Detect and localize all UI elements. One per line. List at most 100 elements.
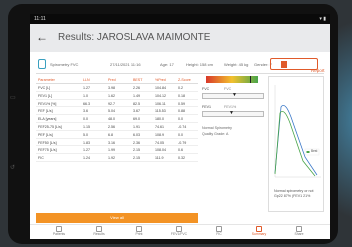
table-cell: 1.99 <box>108 148 115 153</box>
table-row: FVC [L] 1.27 3.98 2.26 104.84 0.2 <box>36 84 198 92</box>
header-best: BEST <box>133 78 143 82</box>
table-cell: 74.05 <box>155 140 164 145</box>
back-arrow-icon[interactable]: ← <box>36 30 48 44</box>
table-cell: ELA [years] <box>38 117 57 122</box>
nav-item-label: Print <box>135 232 143 236</box>
table-cell: 108.9 <box>155 132 164 137</box>
table-cell: FEF50 [L/s] <box>38 140 57 145</box>
fvc-sub-label: FVC <box>224 87 232 91</box>
table-row: FEV1% [%] 66.3 92.7 82.5 106.11 0.59 <box>36 100 198 108</box>
table-cell: 108.04 <box>155 148 166 153</box>
table-cell: FIC <box>38 156 44 161</box>
table-cell: FEF75 [L/s] <box>38 148 57 153</box>
table-cell: 0.18 <box>178 93 185 98</box>
table-cell: 0.0 <box>178 117 183 122</box>
table-header: Parameter LLN Pred BEST %Pred Z-Score <box>36 76 198 84</box>
report-button-label: Report <box>311 68 325 73</box>
table-cell: 1.15 <box>83 124 90 129</box>
nav-item-summary[interactable]: Summary <box>244 226 274 236</box>
nav-item-label: FEV1/FVC <box>170 232 188 236</box>
table-body: FVC [L] 1.27 3.98 2.26 104.84 0.2 FEV1 [L] 1.0 1… <box>36 84 198 162</box>
test-type: Spirometry FVC <box>50 62 79 67</box>
table-cell: 104.84 <box>155 86 166 90</box>
nav-item-label: FIC <box>216 232 222 236</box>
table-cell: 0.88 <box>178 109 185 114</box>
table-cell: 0.0 <box>83 117 88 122</box>
nav-item-patients[interactable]: Patients <box>44 226 74 236</box>
table-cell: 2.15 <box>133 148 140 153</box>
patient-weight: Weight: 45 kg <box>224 62 249 67</box>
table-cell: 69.0 <box>133 117 140 122</box>
nav-item-print[interactable]: Print <box>124 226 154 236</box>
quality-grade: Quality Grade: A <box>202 132 229 136</box>
table-cell: 3.98 <box>108 86 115 90</box>
table-cell: -0.79 <box>178 140 187 145</box>
table-cell: FVC [L] <box>38 86 51 90</box>
fvc-marker-icon: ▼ <box>232 92 237 98</box>
table-cell: 82.5 <box>133 101 140 106</box>
nav-item-label: Patients <box>52 232 66 236</box>
fvc-label: FVC <box>202 87 210 91</box>
indicator-panel: FVC FVC ▼ FEV1 FEV1% ▼ Normal Spirometry… <box>202 76 264 212</box>
table-row: FIC 1.24 1.92 2.15 111.9 0.32 <box>36 154 198 162</box>
table-cell: 6.8 <box>108 132 113 137</box>
table-row: FEF50 [L/s] 1.83 3.16 2.36 74.05 -0.79 <box>36 139 198 147</box>
header-pred: Pred <box>108 78 116 82</box>
curve-best <box>274 110 316 177</box>
table-cell: 74.61 <box>155 124 164 129</box>
table-cell: 0.32 <box>178 156 185 161</box>
table-cell: 3.67 <box>133 109 140 114</box>
status-indicators: ▾ ▮ <box>319 16 326 22</box>
app-bar: ← Results: JAROSLAVA MAIMONTE <box>30 24 330 52</box>
table-cell: 48.0 <box>108 117 115 122</box>
table-cell: 0.59 <box>178 101 185 106</box>
table-row: FEF25-75 [L/s] 1.15 2.56 1.91 74.61 -0.74 <box>36 123 198 131</box>
table-cell: FEV1% [%] <box>38 101 57 106</box>
nav-item-fic[interactable]: FIC <box>204 226 234 236</box>
table-cell: 1.91 <box>133 124 140 129</box>
table-cell: 0.0 <box>178 132 183 137</box>
nav-item-results[interactable]: Results <box>84 226 114 236</box>
table-cell: 2.36 <box>133 140 140 145</box>
table-cell: PEF [L/s] <box>38 132 53 137</box>
table-cell: 92.7 <box>108 101 115 106</box>
table-cell: 104.12 <box>155 93 166 98</box>
test-datetime: 27/11/2021 11:16 <box>110 62 141 67</box>
nav-item-label: Summary <box>251 232 267 236</box>
fev1-sub-label: FEV1% <box>224 105 237 109</box>
results-table: Parameter LLN Pred BEST %Pred Z-Score FV… <box>36 76 198 162</box>
table-cell: 1.83 <box>83 140 90 145</box>
status-time: 11:11 <box>34 16 46 22</box>
header-lln: LLN <box>83 78 90 82</box>
table-cell: 0.6 <box>178 148 183 153</box>
table-cell: 2.26 <box>133 86 140 90</box>
fev1-marker-icon: ▼ <box>229 110 234 116</box>
table-row: ELA [years] 0.0 48.0 69.0 180.0 0.0 <box>36 115 198 123</box>
table-row: PEF [L/s] 5.0 6.8 6.03 108.9 0.0 <box>36 131 198 139</box>
header-zscore: Z-Score <box>178 78 191 82</box>
table-cell: FEF [L/s] <box>38 109 53 114</box>
table-row: FEF75 [L/s] 1.27 1.99 2.15 108.04 0.6 <box>36 146 198 155</box>
table-cell: 180.0 <box>155 117 164 122</box>
table-cell: 2.56 <box>108 124 115 129</box>
header-pct-pred: %Pred <box>155 78 166 82</box>
report-button[interactable]: Report <box>270 58 325 73</box>
table-cell: 1.0 <box>83 93 88 98</box>
table-cell: 5.0 <box>83 132 88 137</box>
table-cell: 1.92 <box>108 156 115 161</box>
nav-item-label: Share <box>294 232 304 236</box>
severity-marker <box>250 76 251 83</box>
nav-item-share[interactable]: Share <box>284 226 314 236</box>
pdf-icon <box>281 61 287 68</box>
app-screen: 11:11 ▾ ▮ ← Results: JAROSLAVA MAIMONTE … <box>30 14 330 239</box>
bottom-navigation: Patients Results Print FEV1/FVC FIC Summary Sh… <box>30 224 330 239</box>
graph-legend: Best <box>311 149 318 153</box>
side-back-icon: ↺ <box>10 165 16 171</box>
status-bar: 11:11 ▾ ▮ <box>30 14 330 24</box>
flow-volume-graph: Best Normal spirometry or not Gp22 87% (… <box>268 76 324 212</box>
view-all-button[interactable]: View all <box>36 213 198 223</box>
table-cell: 2.15 <box>133 156 140 161</box>
nav-item-fev1-fvc[interactable]: FEV1/FVC <box>164 226 194 236</box>
table-cell: 1.24 <box>83 156 90 161</box>
table-cell: 3.6 <box>83 109 88 114</box>
